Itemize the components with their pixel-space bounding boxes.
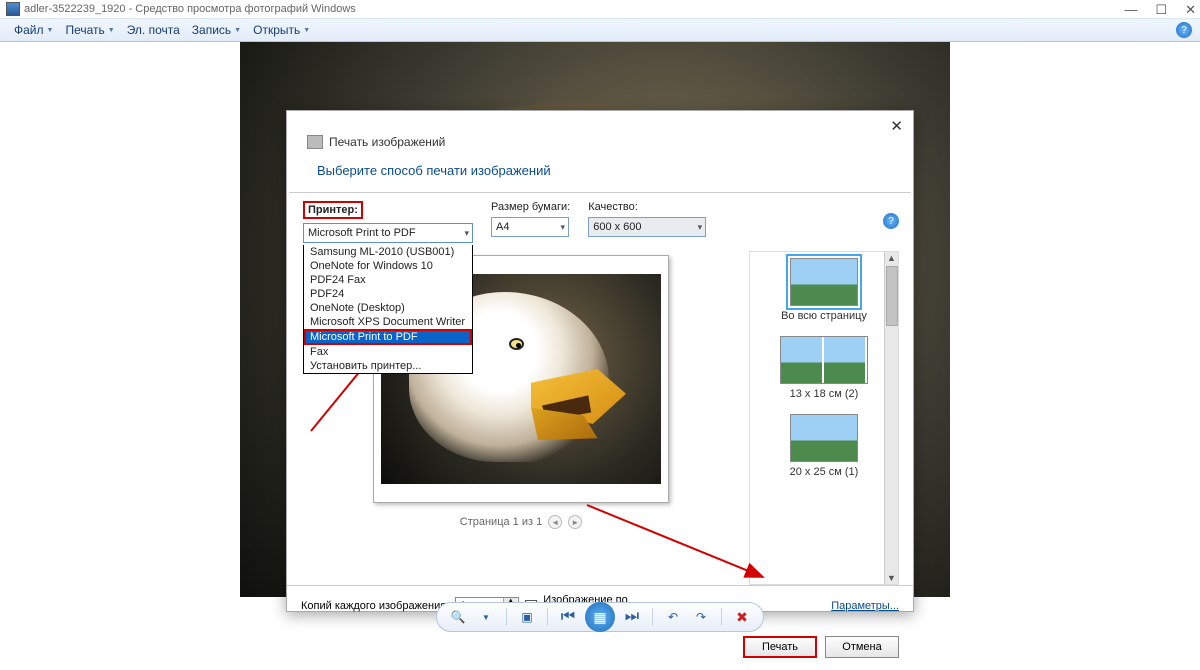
printer-dropdown: Samsung ML-2010 (USB001) OneNote for Win… [303,245,473,374]
rotate-left-icon[interactable]: ↶ [662,606,684,628]
selector-row: Принтер: Microsoft Print to PDF ▾ Размер… [287,193,913,245]
layout-item[interactable]: Во всю страницу [756,258,892,322]
layout-item[interactable]: 13 x 18 см (2) [756,336,892,400]
maximize-button[interactable]: ☐ [1155,2,1167,18]
printer-icon [307,135,323,149]
paper-combo-value: A4 [496,221,509,233]
chevron-down-icon: ▾ [464,228,469,239]
window-controls: — ☐ ✕ [1124,2,1196,18]
layout-item[interactable]: 20 x 25 см (1) [756,414,892,478]
close-button[interactable]: ✕ [1185,2,1196,18]
pager-prev-button[interactable]: ◄ [548,515,562,529]
printer-option[interactable]: Fax [304,345,472,359]
dialog-title: Выберите способ печати изображений [287,157,913,192]
quality-combo-value: 600 x 600 [593,221,641,233]
prev-image-button[interactable]: ⏮ [557,606,579,628]
slideshow-button[interactable]: ▦ [585,602,615,632]
paper-label: Размер бумаги: [491,201,570,213]
printer-option[interactable]: Samsung ML-2010 (USB001) [304,245,472,259]
printer-option[interactable]: OneNote (Desktop) [304,301,472,315]
dialog-header: Печать изображений [287,111,913,157]
zoom-dropdown-icon[interactable]: ▼ [475,606,497,628]
menu-open[interactable]: Открыть▼ [247,23,316,37]
scroll-thumb[interactable] [886,266,898,326]
layout-label: 13 x 18 см (2) [756,388,892,400]
quality-label: Качество: [588,201,706,213]
layout-label: 20 x 25 см (1) [756,466,892,478]
delete-icon[interactable]: ✖ [731,606,753,628]
rotate-right-icon[interactable]: ↷ [690,606,712,628]
paper-combo[interactable]: A4 ▾ [491,217,569,237]
printer-option-selected[interactable]: Microsoft Print to PDF [304,329,472,345]
dialog-actions: Печать Отмена [287,626,913,670]
minimize-button[interactable]: — [1124,2,1137,18]
scroll-down-icon[interactable]: ▼ [887,573,896,583]
layout-thumb [790,258,858,306]
printer-label: Принтер: [303,201,363,219]
pager-next-button[interactable]: ► [568,515,582,529]
printer-option[interactable]: PDF24 [304,287,472,301]
layout-thumb [790,414,858,462]
cancel-button[interactable]: Отмена [825,636,899,658]
pager: Страница 1 из 1 ◄ ► [460,515,582,529]
bottom-toolbar-wrap: 🔍 ▼ ▣ ⏮ ▦ ⏭ ↶ ↷ ✖ [0,602,1200,632]
title-bar: adler-3522239_1920 - Средство просмотра … [0,0,1200,18]
help-icon[interactable]: ? [1176,22,1192,38]
viewer-toolbar: 🔍 ▼ ▣ ⏮ ▦ ⏭ ↶ ↷ ✖ [436,602,764,632]
dialog-close-icon[interactable]: ✕ [890,117,903,135]
printer-option[interactable]: OneNote for Windows 10 [304,259,472,273]
printer-option[interactable]: Microsoft XPS Document Writer [304,315,472,329]
window-title: adler-3522239_1920 - Средство просмотра … [24,3,356,15]
printer-combo-value: Microsoft Print to PDF [308,227,416,239]
scrollbar[interactable]: ▲ ▼ [884,252,898,584]
next-image-button[interactable]: ⏭ [621,606,643,628]
print-button[interactable]: Печать [743,636,817,658]
printer-option[interactable]: PDF24 Fax [304,273,472,287]
viewer-area: ✕ Печать изображений Выберите способ печ… [0,42,1200,598]
menu-file[interactable]: Файл▼ [8,23,59,37]
quality-combo[interactable]: 600 x 600 ▾ [588,217,706,237]
dialog-head-text: Печать изображений [329,135,445,149]
scroll-up-icon[interactable]: ▲ [887,253,896,263]
layout-label: Во всю страницу [756,310,892,322]
chevron-down-icon: ▾ [698,222,703,233]
help-icon[interactable]: ? [883,213,899,229]
menu-burn[interactable]: Запись▼ [186,23,247,37]
chevron-down-icon: ▾ [560,222,565,233]
menu-bar: Файл▼ Печать▼ Эл. почта Запись▼ Открыть▼… [0,18,1200,42]
menu-email[interactable]: Эл. почта [121,23,186,37]
layout-thumb [780,336,868,384]
printer-combo[interactable]: Microsoft Print to PDF ▾ [303,223,473,243]
fit-icon[interactable]: ▣ [516,606,538,628]
print-dialog: ✕ Печать изображений Выберите способ печ… [286,110,914,612]
zoom-icon[interactable]: 🔍 [447,606,469,628]
app-icon [6,2,20,16]
menu-print[interactable]: Печать▼ [59,23,120,37]
pager-text: Страница 1 из 1 [460,516,542,528]
printer-option[interactable]: Установить принтер... [304,359,472,373]
layouts-panel: Во всю страницу 13 x 18 см (2) 20 x 25 с… [749,251,899,585]
